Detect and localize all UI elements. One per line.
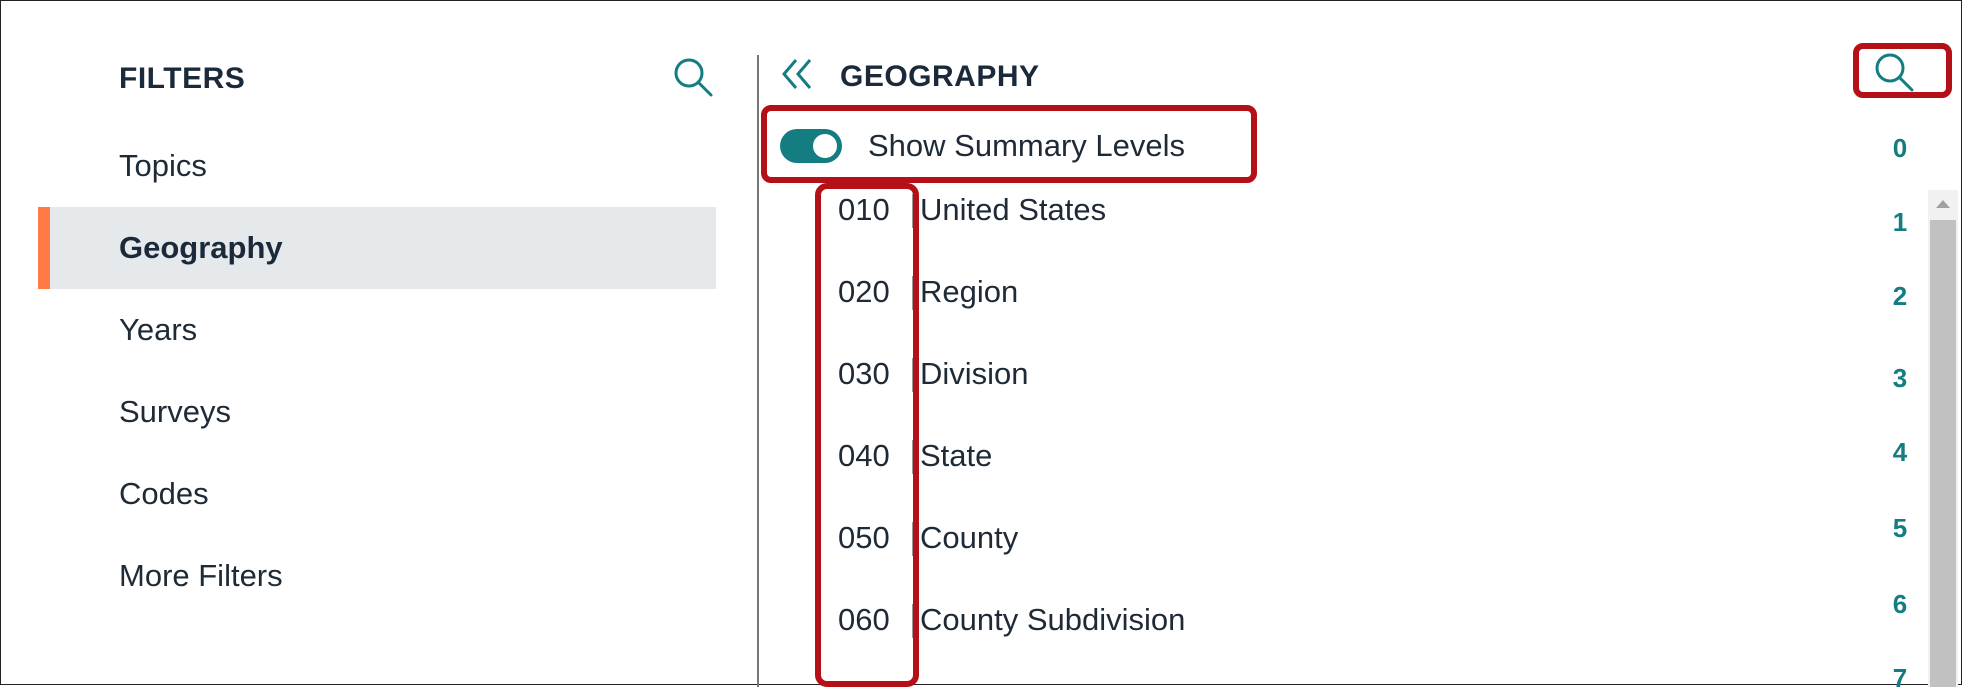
index-number[interactable]: 6 [1888, 589, 1912, 620]
filters-heading: FILTERS [119, 62, 246, 95]
filter-item-more-filters[interactable]: More Filters [38, 535, 716, 617]
filter-item-codes[interactable]: Codes [38, 453, 716, 535]
double-chevron-left-icon[interactable] [778, 54, 818, 94]
geography-level-name: Division [920, 356, 1029, 391]
geography-level-name: County [920, 520, 1019, 555]
filter-item-surveys[interactable]: Surveys [38, 371, 716, 453]
index-number[interactable]: 1 [1888, 207, 1912, 238]
filter-item-topics[interactable]: Topics [38, 125, 716, 207]
geography-level-name: United States [920, 192, 1107, 227]
index-number[interactable]: 7 [1888, 663, 1912, 694]
highlight-box-codes [815, 183, 919, 687]
index-number[interactable]: 4 [1888, 437, 1912, 468]
highlight-box-search [1853, 43, 1952, 98]
search-icon[interactable] [670, 54, 716, 100]
filter-item-geography[interactable]: Geography [38, 207, 716, 289]
scroll-up-arrow-icon[interactable] [1931, 192, 1955, 216]
geography-heading: GEOGRAPHY [840, 60, 1040, 93]
index-number[interactable]: 3 [1888, 363, 1912, 394]
geography-level-name: Region [920, 274, 1019, 309]
panel-divider [757, 55, 759, 687]
geography-level-name: County Subdivision [920, 602, 1186, 637]
filter-list: Topics Geography Years Surveys Codes Mor… [38, 125, 716, 617]
highlight-box-toggle [761, 105, 1257, 183]
scrollbar-thumb[interactable] [1930, 220, 1956, 687]
filter-item-years[interactable]: Years [38, 289, 716, 371]
index-number[interactable]: 5 [1888, 513, 1912, 544]
index-number[interactable]: 2 [1888, 281, 1912, 312]
geography-level-name: State [920, 438, 993, 473]
index-number[interactable]: 0 [1888, 133, 1912, 164]
